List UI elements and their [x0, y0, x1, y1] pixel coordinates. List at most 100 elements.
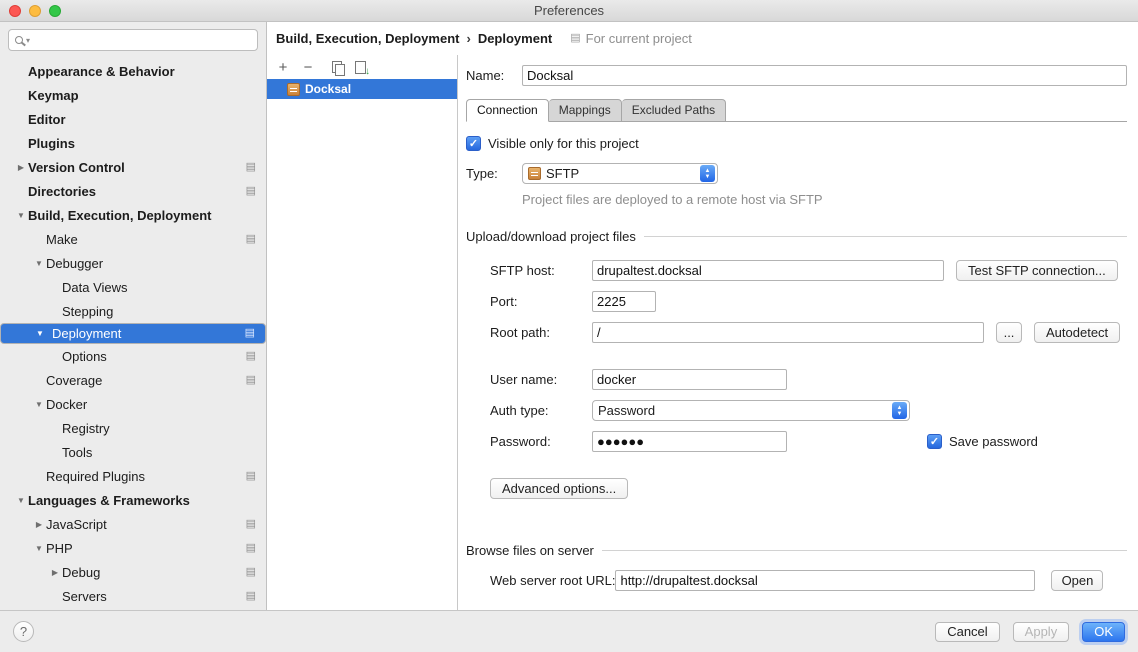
add-server-button[interactable]: + [276, 60, 290, 75]
tab-excluded-paths[interactable]: Excluded Paths [622, 99, 726, 122]
visible-only-checkbox[interactable] [466, 136, 481, 151]
open-url-button[interactable]: Open [1051, 570, 1103, 591]
search-icon [15, 36, 23, 44]
sidebar-item-label: Required Plugins [46, 469, 145, 484]
close-window-button[interactable] [9, 5, 21, 17]
port-row: Port: [466, 291, 1127, 312]
sidebar-item-label: Appearance & Behavior [28, 64, 175, 79]
visible-only-label[interactable]: Visible only for this project [488, 136, 639, 151]
chevron-down-icon[interactable] [33, 329, 47, 338]
search-options-chevron-icon[interactable] [26, 36, 30, 45]
sidebar-item-coverage[interactable]: Coverage▤ [0, 368, 266, 392]
autodetect-button[interactable]: Autodetect [1034, 322, 1120, 343]
apply-button[interactable]: Apply [1013, 622, 1070, 642]
auth-type-select[interactable]: Password [592, 400, 910, 421]
tab-connection[interactable]: Connection [466, 99, 549, 122]
select-stepper-icon [700, 165, 715, 182]
sidebar-item-editor[interactable]: Editor [0, 107, 266, 131]
help-button[interactable]: ? [13, 621, 34, 642]
sidebar-item-keymap[interactable]: Keymap [0, 83, 266, 107]
cancel-button[interactable]: Cancel [935, 622, 999, 642]
current-project-icon: ▤ [246, 543, 256, 554]
password-input[interactable] [592, 431, 787, 452]
sidebar-item-required-plugins[interactable]: Required Plugins▤ [0, 464, 266, 488]
copy-server-button[interactable] [332, 61, 344, 74]
chevron-right-icon[interactable] [32, 520, 46, 529]
sidebar-item-make[interactable]: Make▤ [0, 227, 266, 251]
sidebar-item-deployment[interactable]: Deployment ▤ [0, 323, 266, 344]
sidebar-item-build-execution-deployment[interactable]: Build, Execution, Deployment [0, 203, 266, 227]
deployment-body: + − Docksal Name: [267, 55, 1138, 610]
sidebar-item-options[interactable]: Options▤ [0, 344, 266, 368]
sidebar-item-tools[interactable]: Tools [0, 440, 266, 464]
browse-root-path-button[interactable]: ... [996, 322, 1022, 343]
sidebar-item-servers[interactable]: Servers▤ [0, 584, 266, 608]
chevron-right-icon[interactable] [48, 568, 62, 577]
sidebar-item-version-control[interactable]: Version Control▤ [0, 155, 266, 179]
breadcrumb: Build, Execution, Deployment › Deploymen… [267, 22, 1138, 55]
paste-server-button[interactable] [355, 61, 367, 74]
dialog-footer: ? Cancel Apply OK [0, 610, 1138, 652]
sidebar-item-php[interactable]: PHP ▤ [0, 536, 266, 560]
sidebar-item-directories[interactable]: Directories▤ [0, 179, 266, 203]
breadcrumb-parent[interactable]: Build, Execution, Deployment [276, 31, 459, 46]
upload-group-header: Upload/download project files [466, 229, 1127, 244]
zoom-window-button[interactable] [49, 5, 61, 17]
server-list-panel: + − Docksal [267, 55, 458, 610]
sidebar-item-registry[interactable]: Registry [0, 416, 266, 440]
sftp-server-icon [287, 83, 300, 96]
server-list: Docksal [267, 79, 457, 99]
sidebar-item-data-views[interactable]: Data Views [0, 275, 266, 299]
sidebar-item-docker[interactable]: Docker [0, 392, 266, 416]
save-password-row: Save password [927, 434, 1038, 449]
chevron-down-icon[interactable] [14, 211, 28, 220]
sidebar-item-label: PHP [46, 541, 73, 556]
server-name: Docksal [305, 82, 351, 96]
sidebar-item-label: Deployment [52, 326, 121, 341]
current-project-icon: ▤ [245, 328, 255, 339]
chevron-down-icon[interactable] [14, 496, 28, 505]
advanced-options-row: Advanced options... [466, 478, 1127, 499]
user-name-input[interactable] [592, 369, 787, 390]
chevron-down-icon[interactable] [32, 544, 46, 553]
sidebar-item-plugins[interactable]: Plugins [0, 131, 266, 155]
settings-sidebar: Appearance & Behavior Keymap Editor Plug… [0, 22, 267, 610]
content-area: Build, Execution, Deployment › Deploymen… [267, 22, 1138, 610]
test-sftp-connection-button[interactable]: Test SFTP connection... [956, 260, 1118, 281]
browse-group-title: Browse files on server [466, 543, 594, 558]
type-row: Type: SFTP [466, 163, 1127, 184]
type-select-value: SFTP [546, 166, 579, 181]
settings-search-input[interactable] [33, 31, 251, 49]
advanced-options-button[interactable]: Advanced options... [490, 478, 628, 499]
traffic-lights [9, 5, 61, 17]
sidebar-item-appearance-behavior[interactable]: Appearance & Behavior [0, 59, 266, 83]
root-path-row: Root path: ... Autodetect [466, 322, 1127, 343]
auth-type-label: Auth type: [490, 403, 592, 418]
sidebar-item-label: Keymap [28, 88, 79, 103]
remove-server-button[interactable]: − [301, 60, 315, 75]
chevron-right-icon[interactable] [14, 163, 28, 172]
server-list-item-docksal[interactable]: Docksal [267, 79, 457, 99]
minimize-window-button[interactable] [29, 5, 41, 17]
sidebar-item-languages-frameworks[interactable]: Languages & Frameworks [0, 488, 266, 512]
sidebar-item-javascript[interactable]: JavaScript▤ [0, 512, 266, 536]
sidebar-item-debugger[interactable]: Debugger [0, 251, 266, 275]
root-path-input[interactable] [592, 322, 984, 343]
name-input[interactable] [522, 65, 1127, 86]
settings-tree: Appearance & Behavior Keymap Editor Plug… [0, 57, 266, 610]
port-input[interactable] [592, 291, 656, 312]
sftp-host-input[interactable] [592, 260, 944, 281]
sidebar-item-label: JavaScript [46, 517, 107, 532]
tab-mappings[interactable]: Mappings [549, 99, 622, 122]
chevron-down-icon[interactable] [32, 400, 46, 409]
sidebar-item-debug[interactable]: Debug▤ [0, 560, 266, 584]
web-root-input[interactable] [615, 570, 1035, 591]
save-password-label[interactable]: Save password [949, 434, 1038, 449]
ok-button[interactable]: OK [1082, 622, 1125, 642]
sidebar-item-stepping[interactable]: Stepping [0, 299, 266, 323]
chevron-down-icon[interactable] [32, 259, 46, 268]
type-select[interactable]: SFTP [522, 163, 718, 184]
save-password-checkbox[interactable] [927, 434, 942, 449]
settings-search-box[interactable] [8, 29, 258, 51]
type-label: Type: [466, 166, 522, 181]
